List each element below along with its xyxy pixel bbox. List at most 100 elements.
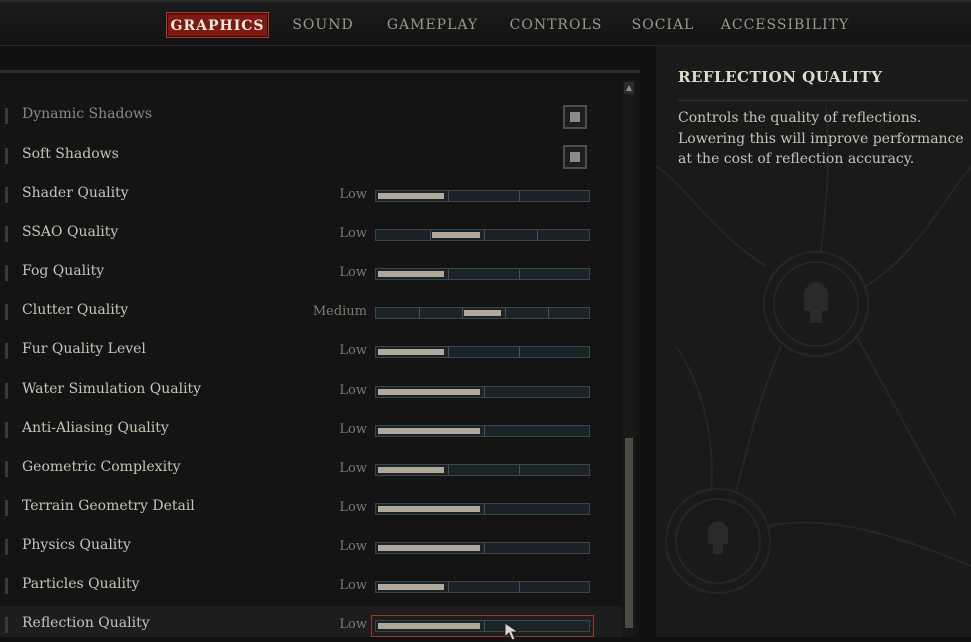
- setting-row-fog-quality[interactable]: Fog Quality Low: [0, 254, 622, 293]
- slider-tick: [484, 621, 485, 631]
- row-marker: [5, 226, 8, 242]
- setting-label: Clutter Quality: [22, 302, 129, 318]
- info-description: Controls the quality of reflections. Low…: [678, 110, 964, 167]
- slider-tick: [448, 269, 449, 279]
- setting-row-physics-quality[interactable]: Physics Quality Low: [0, 528, 622, 567]
- setting-label: Shader Quality: [22, 185, 129, 201]
- slider-handle[interactable]: [378, 428, 480, 434]
- slider-tick: [537, 230, 538, 240]
- settings-scrollbar[interactable]: ▲: [622, 80, 636, 637]
- slider-tick: [484, 230, 485, 240]
- setting-value: Low: [339, 617, 367, 632]
- slider-handle[interactable]: [378, 271, 444, 277]
- setting-value: Low: [339, 343, 367, 358]
- shader-quality-slider[interactable]: [375, 190, 590, 202]
- setting-row-fur-quality-level[interactable]: Fur Quality Level Low: [0, 332, 622, 371]
- setting-row-anti-aliasing-quality[interactable]: Anti-Aliasing Quality Low: [0, 411, 622, 450]
- slider-tick: [448, 347, 449, 357]
- setting-label: Geometric Complexity: [22, 459, 181, 475]
- slider-tick: [519, 582, 520, 592]
- slider-tick: [519, 191, 520, 201]
- physics-quality-slider[interactable]: [375, 542, 590, 554]
- soft-shadows-checkbox[interactable]: [563, 145, 587, 169]
- scroll-up-arrow-icon[interactable]: ▲: [624, 82, 634, 94]
- setting-row-soft-shadows[interactable]: Soft Shadows: [0, 137, 622, 176]
- slider-handle[interactable]: [378, 349, 444, 355]
- row-marker: [5, 187, 8, 203]
- slider-handle[interactable]: [378, 389, 480, 395]
- slider-handle[interactable]: [378, 584, 444, 590]
- setting-row-terrain-geometry-detail[interactable]: Terrain Geometry Detail Low: [0, 489, 622, 528]
- setting-value: Low: [339, 461, 367, 476]
- row-marker: [5, 265, 8, 281]
- mouse-cursor-icon: [504, 622, 520, 641]
- slider-tick: [462, 308, 463, 318]
- tab-gameplay[interactable]: GAMEPLAY: [380, 12, 485, 38]
- setting-label: Dynamic Shadows: [22, 106, 153, 122]
- tab-social[interactable]: SOCIAL: [626, 12, 700, 38]
- setting-label: Reflection Quality: [22, 615, 150, 631]
- slider-handle[interactable]: [378, 506, 480, 512]
- slider-handle[interactable]: [378, 545, 480, 551]
- setting-label: Anti-Aliasing Quality: [22, 420, 169, 436]
- tab-sound[interactable]: SOUND: [285, 12, 361, 38]
- slider-tick: [430, 230, 431, 240]
- row-marker: [5, 343, 8, 359]
- particles-quality-slider[interactable]: [375, 581, 590, 593]
- setting-row-shader-quality[interactable]: Shader Quality Low: [0, 176, 622, 215]
- top-navigation: GRAPHICS SOUND GAMEPLAY CONTROLS SOCIAL …: [0, 0, 971, 46]
- tab-controls[interactable]: CONTROLS: [505, 12, 607, 38]
- setting-label: Fog Quality: [22, 263, 105, 279]
- tab-accessibility[interactable]: ACCESSIBILITY: [720, 12, 850, 38]
- setting-label: Particles Quality: [22, 576, 140, 592]
- setting-label: Terrain Geometry Detail: [22, 498, 195, 514]
- fur-quality-level-slider[interactable]: [375, 346, 590, 358]
- setting-row-dynamic-shadows[interactable]: Dynamic Shadows: [0, 97, 622, 136]
- setting-value: Low: [339, 383, 367, 398]
- dynamic-shadows-checkbox[interactable]: [563, 105, 587, 129]
- setting-row-ssao-quality[interactable]: SSAO Quality Low: [0, 215, 622, 254]
- slider-handle[interactable]: [378, 193, 444, 199]
- geometric-complexity-slider[interactable]: [375, 464, 590, 476]
- anti-aliasing-quality-slider[interactable]: [375, 425, 590, 437]
- setting-value: Low: [339, 226, 367, 241]
- setting-label: Soft Shadows: [22, 146, 119, 162]
- graphics-settings-list: Dynamic Shadows Soft Shadows Shader Qual…: [0, 70, 640, 637]
- slider-handle[interactable]: [378, 467, 444, 473]
- divider: [678, 100, 968, 101]
- row-marker: [5, 304, 8, 320]
- setting-row-water-simulation-quality[interactable]: Water Simulation Quality Low: [0, 372, 622, 411]
- slider-handle[interactable]: [432, 232, 480, 238]
- slider-tick: [548, 308, 549, 318]
- slider-tick: [519, 347, 520, 357]
- slider-tick: [519, 465, 520, 475]
- slider-tick: [484, 504, 485, 514]
- clutter-quality-slider[interactable]: [375, 307, 590, 319]
- slider-tick: [448, 582, 449, 592]
- row-marker: [5, 148, 8, 164]
- setting-value: Low: [339, 539, 367, 554]
- tab-graphics[interactable]: GRAPHICS: [166, 12, 269, 38]
- fog-quality-slider[interactable]: [375, 268, 590, 280]
- slider-tick: [419, 308, 420, 318]
- slider-handle[interactable]: [378, 623, 480, 629]
- setting-row-particles-quality[interactable]: Particles Quality Low: [0, 567, 622, 606]
- row-marker: [5, 578, 8, 594]
- setting-label: Fur Quality Level: [22, 341, 146, 357]
- reflection-quality-slider[interactable]: [375, 620, 590, 632]
- slider-tick: [448, 191, 449, 201]
- setting-value: Low: [339, 422, 367, 437]
- slider-handle[interactable]: [464, 310, 501, 316]
- setting-label: Physics Quality: [22, 537, 131, 553]
- ssao-quality-slider[interactable]: [375, 229, 590, 241]
- setting-value: Medium: [312, 304, 367, 319]
- scroll-thumb[interactable]: [625, 438, 633, 628]
- setting-row-clutter-quality[interactable]: Clutter Quality Medium: [0, 293, 622, 332]
- setting-row-geometric-complexity[interactable]: Geometric Complexity Low: [0, 450, 622, 489]
- slider-tick: [484, 426, 485, 436]
- row-marker: [5, 500, 8, 516]
- water-simulation-quality-slider[interactable]: [375, 386, 590, 398]
- row-marker: [5, 539, 8, 555]
- setting-value: Low: [339, 500, 367, 515]
- terrain-geometry-detail-slider[interactable]: [375, 503, 590, 515]
